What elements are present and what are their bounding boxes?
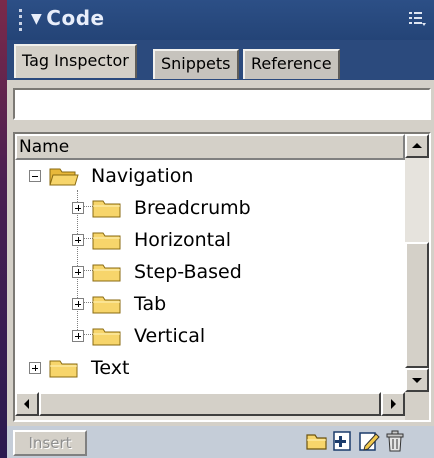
tree-item-tab[interactable]: Tab <box>72 288 166 320</box>
snippet-tree-box: Name Navigation Breadcrumb Horizontal St… <box>13 132 431 422</box>
expand-icon[interactable] <box>72 202 84 214</box>
expand-icon[interactable] <box>72 266 84 278</box>
arrow-left-icon <box>24 399 29 409</box>
arrow-up-icon <box>412 143 422 148</box>
tree-item-horizontal[interactable]: Horizontal <box>72 224 231 256</box>
folder-icon <box>92 264 121 282</box>
tree-item-step-based[interactable]: Step-Based <box>72 256 242 288</box>
tab-reference[interactable]: Reference <box>243 49 340 79</box>
expand-icon[interactable] <box>72 330 84 342</box>
drag-grip-icon[interactable] <box>17 9 23 31</box>
edit-snippet-icon[interactable] <box>357 429 381 453</box>
tree-item-label: Text <box>91 357 130 379</box>
scroll-up-button[interactable] <box>405 134 429 158</box>
arrow-right-icon <box>391 399 396 409</box>
triangle-down-icon[interactable]: ▼ <box>31 11 42 27</box>
horizontal-scroll-thumb[interactable] <box>39 392 381 416</box>
folder-icon <box>92 200 121 218</box>
tab-tag-inspector[interactable]: Tag Inspector <box>14 44 137 78</box>
tree-item-navigation[interactable]: Navigation <box>29 160 193 192</box>
expand-icon[interactable] <box>29 362 41 374</box>
new-snippet-icon[interactable] <box>331 429 355 453</box>
tree-item-breadcrumb[interactable]: Breadcrumb <box>72 192 251 224</box>
expand-icon[interactable] <box>72 298 84 310</box>
panel-footer: Insert <box>7 426 434 458</box>
folder-icon <box>49 360 78 378</box>
tab-snippets[interactable]: Snippets <box>153 49 239 79</box>
expand-icon[interactable] <box>72 234 84 246</box>
scroll-down-button[interactable] <box>405 368 429 392</box>
insert-button[interactable]: Insert <box>13 430 87 456</box>
new-folder-icon[interactable] <box>305 429 329 453</box>
arrow-down-icon <box>412 378 422 383</box>
tree-item-label: Vertical <box>134 325 206 347</box>
scroll-left-button[interactable] <box>15 392 39 416</box>
tab-bar: Tag Inspector Snippets Reference <box>7 40 434 82</box>
tree-item-label: Tab <box>134 293 167 315</box>
scroll-right-button[interactable] <box>381 392 405 416</box>
vertical-scroll-thumb[interactable] <box>405 242 429 368</box>
folder-open-icon <box>49 168 79 186</box>
panel-title[interactable]: ▼ Code <box>31 6 105 30</box>
vertical-scrollbar[interactable] <box>405 134 429 392</box>
snippet-preview-field[interactable] <box>13 88 431 120</box>
snippets-panel: Name Navigation Breadcrumb Horizontal St… <box>7 80 434 458</box>
tree-item-label: Step-Based <box>134 261 242 283</box>
delete-icon[interactable] <box>383 429 407 453</box>
panel-options-icon[interactable] <box>408 10 426 28</box>
tree-item-label: Navigation <box>91 165 194 187</box>
name-column-header[interactable]: Name <box>15 134 405 160</box>
folder-icon <box>92 328 121 346</box>
collapse-icon[interactable] <box>29 170 41 182</box>
snippet-tree: Navigation Breadcrumb Horizontal Step-Ba… <box>15 160 405 392</box>
tree-item-label: Horizontal <box>134 229 232 251</box>
tree-item-vertical[interactable]: Vertical <box>72 320 205 352</box>
scrollbar-corner <box>405 392 429 420</box>
tree-item-text[interactable]: Text <box>29 352 129 384</box>
folder-icon <box>92 232 121 250</box>
horizontal-scrollbar[interactable] <box>15 392 405 420</box>
window-edge <box>0 0 7 458</box>
folder-icon <box>92 296 121 314</box>
panel-title-label: Code <box>46 6 105 30</box>
tree-item-label: Breadcrumb <box>134 197 251 219</box>
panel-header[interactable]: ▼ Code <box>7 0 434 40</box>
